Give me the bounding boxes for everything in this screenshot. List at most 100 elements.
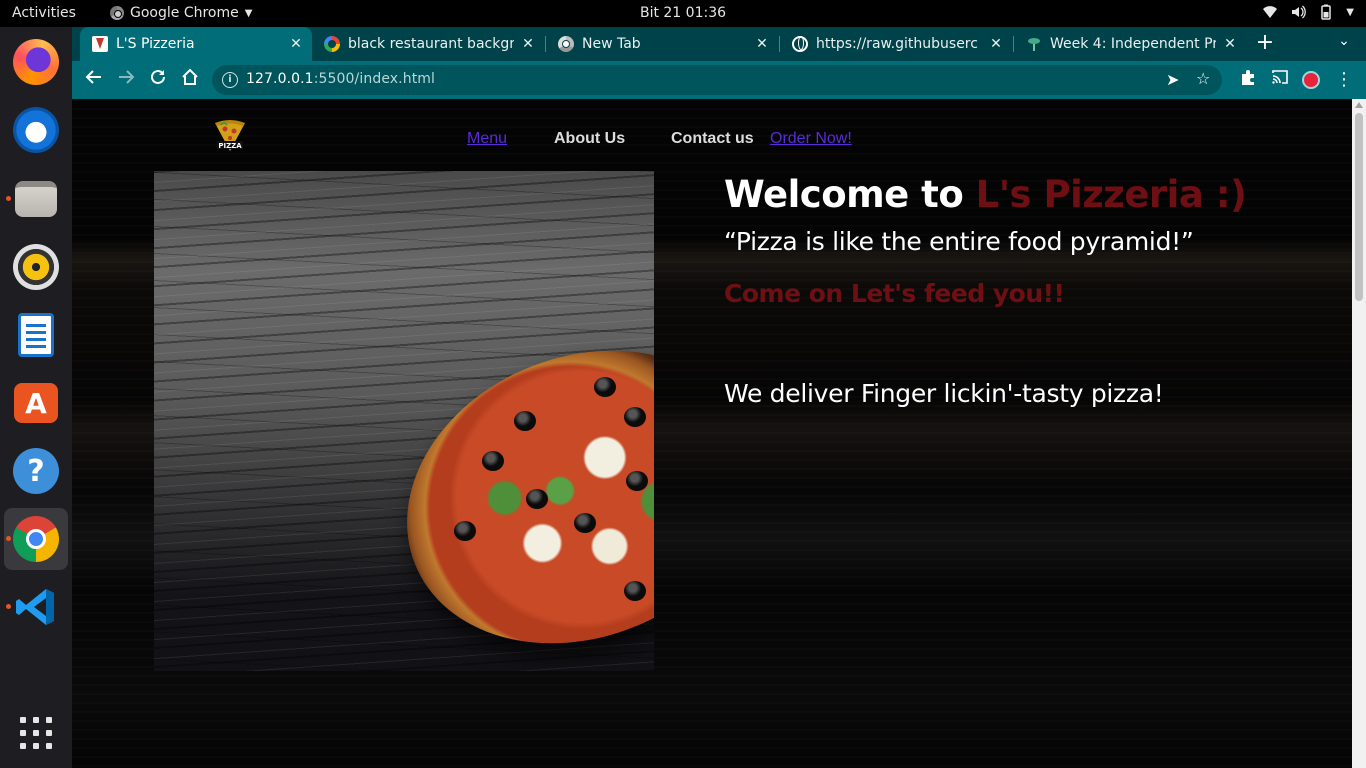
forward-button[interactable]	[114, 68, 138, 92]
tab-github-raw[interactable]: https://raw.githubuserc ✕	[780, 27, 1012, 61]
url-host: 127.0.0.1	[246, 71, 314, 87]
scrollbar-thumb[interactable]	[1355, 113, 1363, 301]
help-icon: ?	[13, 448, 59, 494]
chrome-icon	[110, 6, 124, 20]
olive	[626, 471, 648, 491]
app-menu-label: Google Chrome	[130, 5, 239, 21]
dock-vscode[interactable]	[4, 576, 68, 638]
olive	[624, 407, 646, 427]
logo-text: PIZZA	[218, 142, 242, 150]
globe-favicon-icon	[792, 36, 808, 52]
vscode-icon	[16, 589, 54, 625]
delivery-tagline: We deliver Finger lickin'-tasty pizza!	[724, 379, 1164, 408]
dock-files[interactable]	[4, 168, 68, 230]
brand-name: L's Pizzeria :)	[975, 173, 1247, 216]
tab-title: Week 4: Independent Pro	[1050, 36, 1216, 52]
close-icon[interactable]: ✕	[520, 36, 536, 52]
olive	[574, 513, 596, 533]
url-text: 127.0.0.1:5500/index.html	[246, 71, 435, 87]
olive	[624, 581, 646, 601]
tab-title: New Tab	[582, 36, 641, 52]
puzzle-icon	[1242, 70, 1254, 85]
nav-about-us[interactable]: About Us	[554, 130, 625, 148]
pizza-logo[interactable]: PIZZA	[212, 117, 248, 157]
olive	[454, 521, 476, 541]
clock[interactable]: Bit 21 01:36	[640, 5, 726, 21]
tab-new-tab[interactable]: New Tab ✕	[546, 27, 778, 61]
google-favicon-icon	[324, 36, 340, 52]
close-icon[interactable]: ✕	[288, 36, 304, 52]
tab-title: L'S Pizzeria	[116, 36, 195, 52]
close-icon[interactable]: ✕	[988, 36, 1004, 52]
running-indicator	[6, 604, 11, 609]
system-menu-chevron-icon: ▼	[1346, 6, 1354, 18]
pizza-illustration	[362, 299, 654, 671]
rhythmbox-icon	[13, 244, 59, 290]
thunderbird-icon	[13, 107, 59, 153]
info-icon[interactable]: i	[222, 72, 238, 88]
running-indicator	[6, 536, 11, 541]
cast-icon	[1272, 70, 1288, 84]
send-tab-icon[interactable]: ➤	[1166, 70, 1186, 89]
tab-search-chevron-icon[interactable]: ⌄	[1334, 33, 1354, 53]
browser-toolbar: i 127.0.0.1:5500/index.html ➤ ☆ ⋮	[72, 61, 1366, 99]
writer-icon	[18, 313, 54, 357]
page-scrollbar[interactable]	[1352, 99, 1366, 768]
pizza-quote: “Pizza is like the entire food pyramid!”	[724, 227, 1194, 256]
new-tab-button[interactable]: +	[1252, 31, 1278, 57]
cast-button[interactable]	[1268, 68, 1292, 92]
olive	[514, 411, 536, 431]
page-viewport: PIZZA Menu About Us Contact us Order Now…	[72, 99, 1352, 768]
close-icon[interactable]: ✕	[1222, 36, 1238, 52]
system-tray[interactable]: ▼	[1262, 4, 1354, 20]
reload-button[interactable]	[146, 68, 170, 92]
close-icon[interactable]: ✕	[754, 36, 770, 52]
olive	[482, 451, 504, 471]
nav-contact-us[interactable]: Contact us	[671, 130, 754, 148]
volume-icon	[1292, 5, 1307, 19]
extensions-button[interactable]	[1236, 68, 1260, 92]
olive	[526, 489, 548, 509]
home-icon	[182, 68, 198, 85]
dock-chrome[interactable]	[4, 508, 68, 570]
dock-rhythmbox[interactable]	[4, 236, 68, 298]
welcome-heading: Welcome to L's Pizzeria :)	[724, 173, 1247, 216]
address-bar[interactable]: i 127.0.0.1:5500/index.html ➤ ☆	[212, 65, 1222, 95]
dock-help[interactable]: ?	[4, 440, 68, 502]
dock-firefox[interactable]	[4, 31, 68, 93]
app-menu[interactable]: Google Chrome ▼	[110, 5, 252, 21]
pizza-favicon-icon	[92, 36, 108, 52]
back-arrow-icon	[85, 70, 101, 84]
dock-writer[interactable]	[4, 304, 68, 366]
gnome-top-bar: Activities Google Chrome ▼ Bit 21 01:36 …	[0, 0, 1366, 27]
hero-pizza-image	[154, 171, 654, 671]
dock-thunderbird[interactable]	[4, 99, 68, 161]
welcome-prefix: Welcome to	[724, 173, 976, 216]
tab-strip: L'S Pizzeria ✕ black restaurant backgro …	[72, 27, 1366, 61]
forward-arrow-icon	[119, 70, 135, 84]
nav-order-now-link[interactable]: Order Now!	[770, 130, 852, 148]
activities-button[interactable]: Activities	[12, 5, 76, 21]
back-button[interactable]	[82, 68, 106, 92]
profile-avatar[interactable]	[1302, 71, 1320, 89]
home-button[interactable]	[178, 68, 202, 92]
bookmark-star-icon[interactable]: ☆	[1196, 69, 1216, 88]
tab-ls-pizzeria[interactable]: L'S Pizzeria ✕	[80, 27, 312, 61]
tab-week4[interactable]: Week 4: Independent Pro ✕	[1014, 27, 1246, 61]
tab-black-restaurant[interactable]: black restaurant backgro ✕	[312, 27, 544, 61]
nav-menu-link[interactable]: Menu	[467, 130, 507, 148]
battery-icon	[1321, 4, 1332, 20]
firefox-icon	[13, 39, 59, 85]
olive	[594, 377, 616, 397]
feed-tagline: Come on Let's feed you!!	[724, 279, 1065, 308]
chrome-favicon-icon	[558, 36, 574, 52]
plant-favicon-icon	[1026, 36, 1042, 52]
scroll-up-arrow-icon[interactable]	[1355, 102, 1363, 108]
more-menu-button[interactable]: ⋮	[1332, 68, 1356, 92]
show-apps-button[interactable]	[20, 717, 52, 749]
running-indicator	[6, 196, 11, 201]
tab-title: black restaurant backgro	[348, 36, 514, 52]
files-icon	[15, 181, 57, 217]
dock-software[interactable]: A	[4, 372, 68, 434]
wifi-icon	[1263, 6, 1278, 18]
